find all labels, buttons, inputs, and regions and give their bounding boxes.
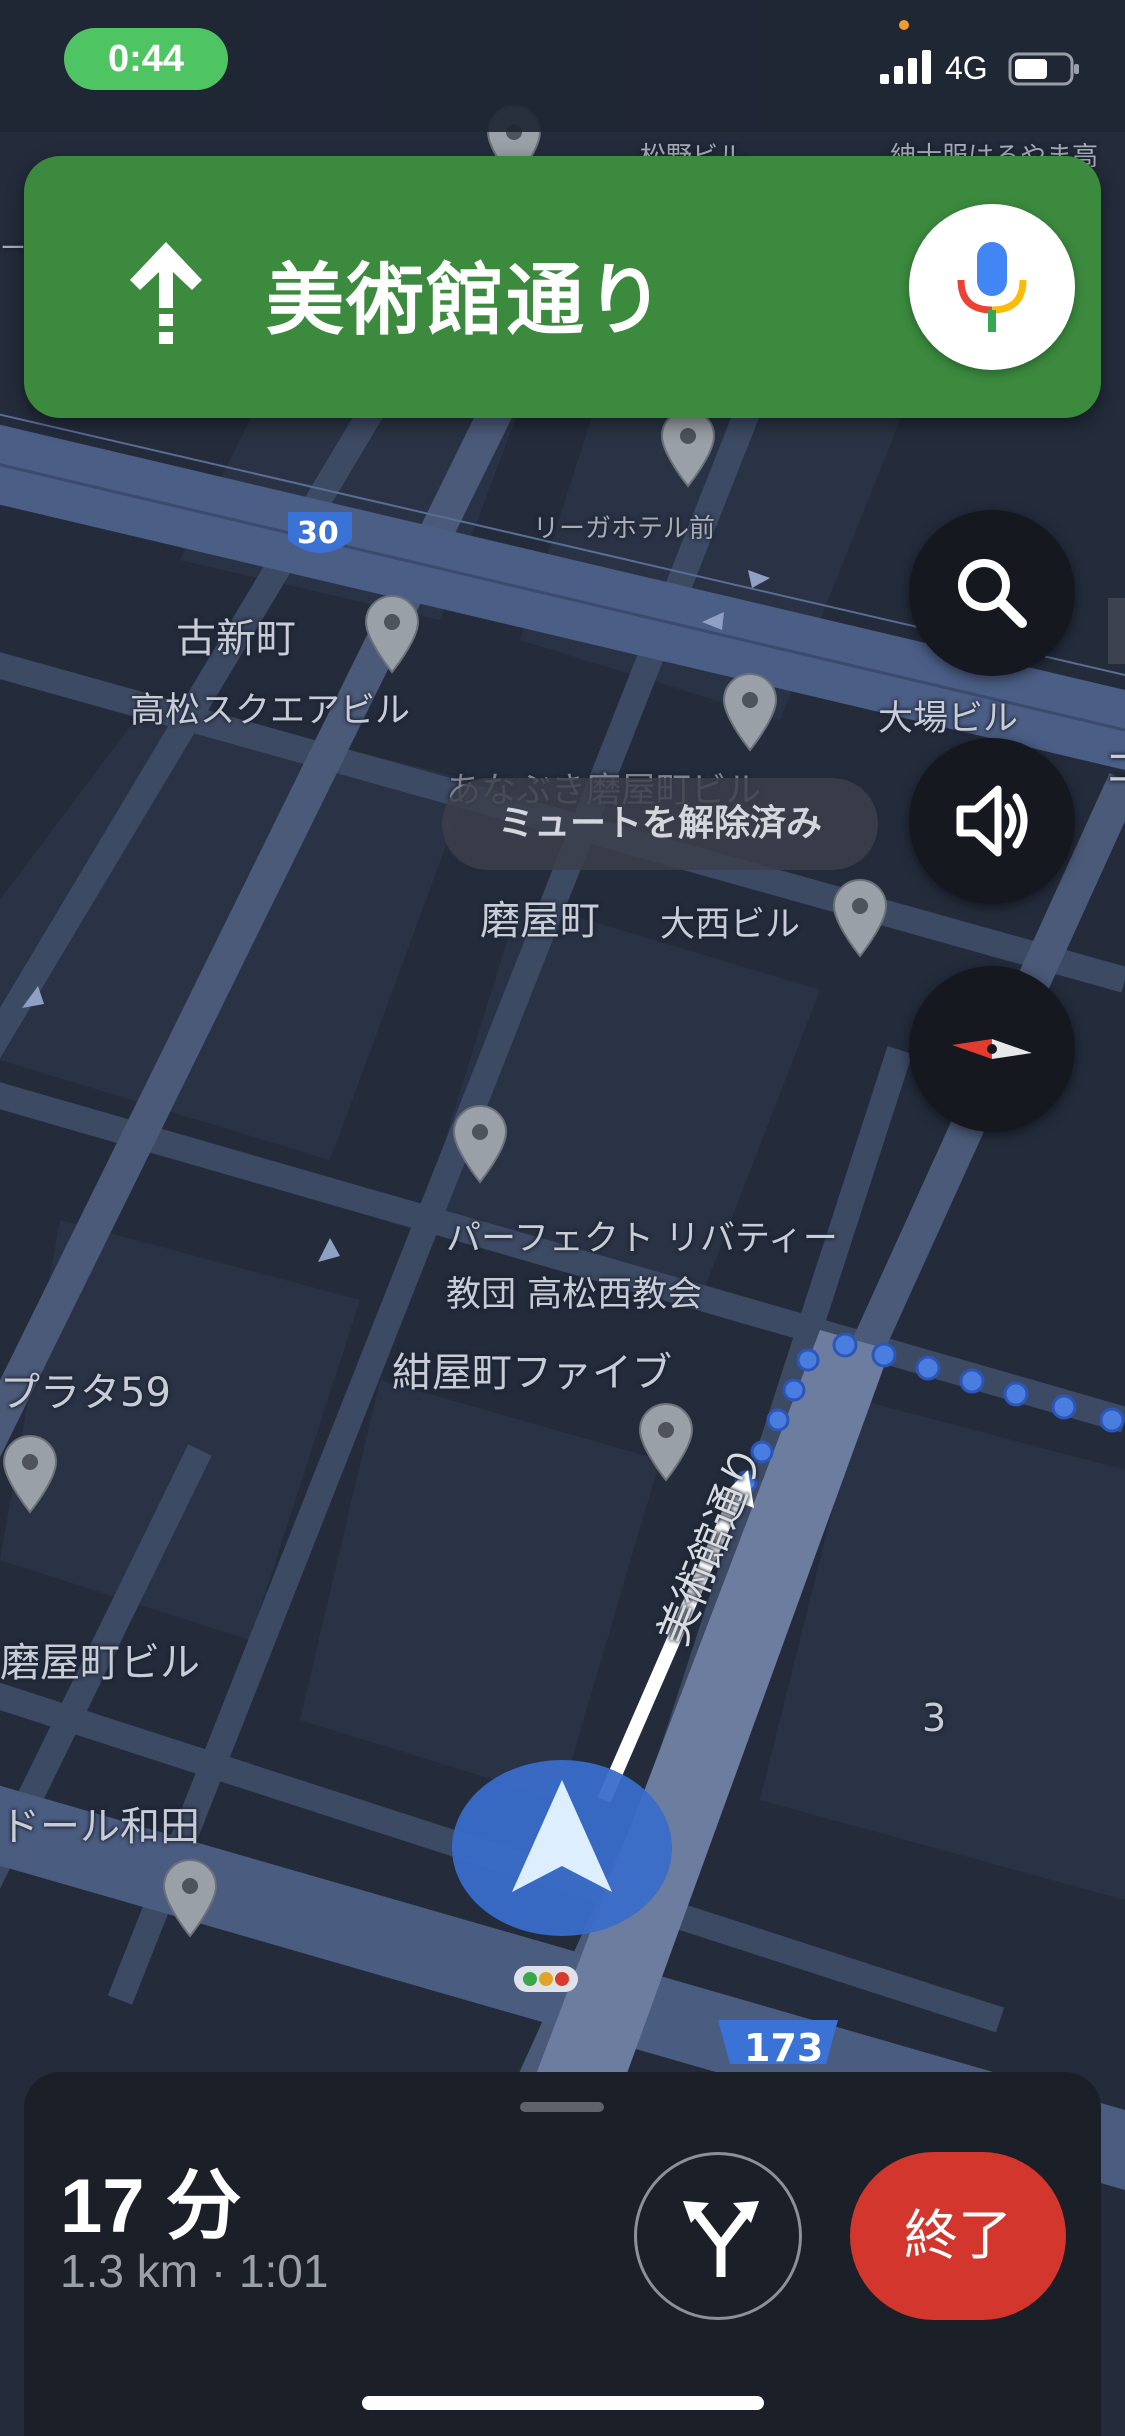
street-name: 美術館通り bbox=[266, 256, 667, 346]
map-pin-icon[interactable] bbox=[0, 1434, 60, 1514]
network-type: 4G bbox=[945, 50, 988, 86]
straight-arrow-icon bbox=[130, 242, 202, 344]
unmuted-toast: ミュートを解除済み bbox=[442, 778, 878, 870]
trip-summary-sheet[interactable]: 17 分 1.3 km · 1:01 終了 bbox=[24, 2072, 1101, 2436]
map-label[interactable]: リーガホテル前 bbox=[533, 508, 715, 545]
voice-search-button[interactable] bbox=[909, 204, 1075, 370]
signal-icon bbox=[880, 50, 931, 84]
map-label: 磨屋町 bbox=[480, 898, 600, 944]
map-label[interactable]: 大場ビル bbox=[878, 690, 1018, 741]
map-label[interactable]: 高松スクエアビル bbox=[130, 682, 410, 733]
sound-toggle-button[interactable] bbox=[909, 738, 1075, 904]
map-label[interactable]: 教団 高松西教会 bbox=[446, 1266, 702, 1317]
map-pin-icon[interactable] bbox=[160, 1858, 220, 1938]
map-label[interactable]: 大西ビル bbox=[660, 896, 800, 947]
direction-banner[interactable]: 美術館通り bbox=[24, 156, 1101, 418]
route-shield-173: 173 bbox=[744, 2026, 824, 2070]
sheet-drag-handle[interactable] bbox=[520, 2102, 604, 2112]
map-pin-icon[interactable] bbox=[658, 408, 718, 488]
status-time[interactable]: 0:44 bbox=[64, 28, 228, 90]
compass-icon bbox=[952, 1039, 1032, 1059]
map-pin-icon[interactable] bbox=[720, 672, 780, 752]
map-label[interactable]: プラタ59 bbox=[0, 1360, 171, 1418]
map-pin-icon[interactable] bbox=[830, 878, 890, 958]
map-pin-icon[interactable] bbox=[450, 1104, 510, 1184]
home-indicator[interactable] bbox=[362, 2396, 764, 2410]
end-navigation-button[interactable]: 終了 bbox=[850, 2152, 1066, 2320]
search-button[interactable] bbox=[909, 510, 1075, 676]
compass-button[interactable] bbox=[909, 966, 1075, 1132]
battery-icon bbox=[1008, 52, 1079, 86]
block-number-label: 3 bbox=[922, 1696, 947, 1740]
eta-details: 1.3 km · 1:01 bbox=[60, 2245, 329, 2297]
search-icon bbox=[958, 559, 1027, 628]
status-bar: 0:44 4G bbox=[0, 0, 1125, 132]
map-pin-icon[interactable] bbox=[362, 594, 422, 674]
eta-duration: 17 分 bbox=[60, 2164, 242, 2249]
map-label[interactable]: 磨屋町ビル bbox=[0, 1630, 200, 1688]
fork-route-icon bbox=[683, 2201, 759, 2277]
alternate-routes-button[interactable] bbox=[634, 2152, 802, 2320]
map-label[interactable]: パーフェクト リバティー bbox=[446, 1210, 838, 1261]
volume-icon bbox=[956, 785, 1028, 857]
map-label: 古新町 bbox=[176, 616, 296, 662]
map-label[interactable]: ドール和田 bbox=[0, 1794, 200, 1852]
privacy-indicator-dot bbox=[899, 20, 909, 30]
map-label[interactable]: 紺屋町ファイブ bbox=[392, 1340, 672, 1398]
microphone-icon bbox=[957, 242, 1027, 332]
route-shield-30: 30 bbox=[297, 516, 339, 551]
map-pin-icon[interactable] bbox=[636, 1402, 696, 1482]
map-label: コ bbox=[1104, 746, 1125, 792]
